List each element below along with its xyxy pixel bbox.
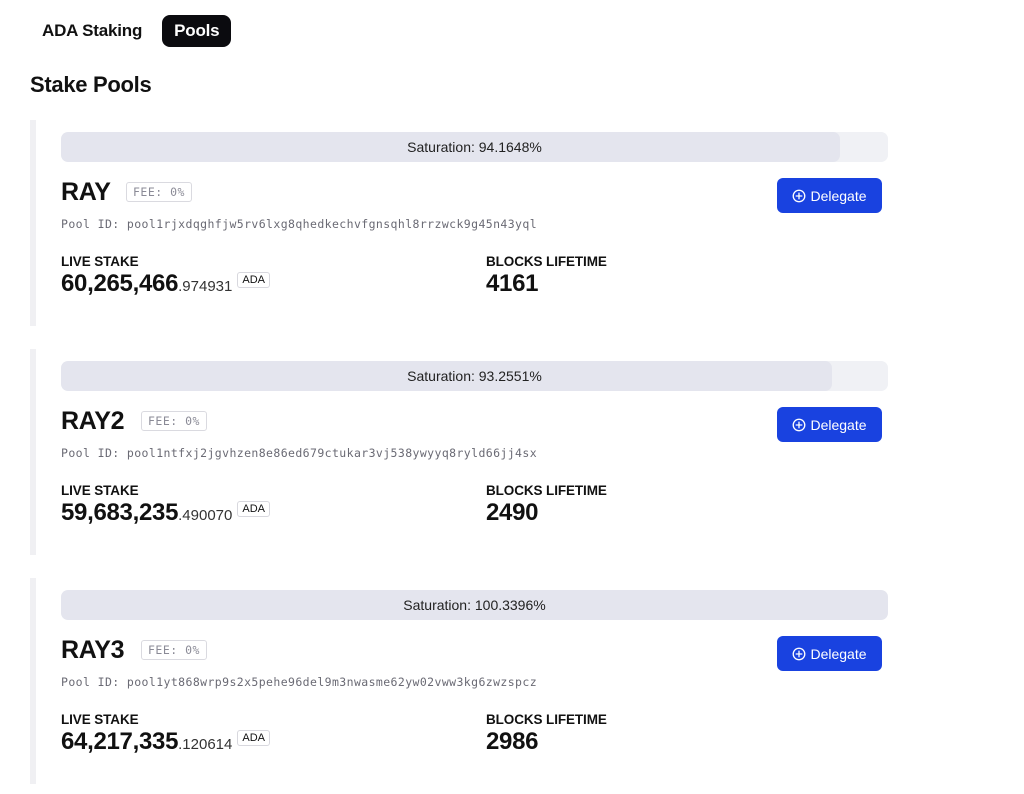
live-stake-integer: 64,217,335 [61,728,179,755]
blocks-lifetime-value: 2490 [486,499,539,526]
live-stake-integer: 60,265,466 [61,270,179,297]
live-stake-decimal: .490070 [178,507,233,524]
live-stake-label: LIVE STAKE [61,712,139,727]
pool-id: Pool ID: pool1rjxdqghfjw5rv6lxg8qhedkech… [61,217,538,231]
currency-badge: ADA [237,501,270,517]
pool-id: Pool ID: pool1ntfxj2jgvhzen8e86ed679ctuk… [61,446,538,460]
saturation-bar: Saturation: 94.1648% [61,132,888,162]
delegate-button[interactable]: Delegate [777,636,882,671]
pool-card: Saturation: 100.3396% RAY3 FEE: 0% Pool … [30,578,888,784]
fee-badge: FEE: 0% [141,640,207,660]
plus-circle-icon [793,418,806,431]
blocks-lifetime-label: BLOCKS LIFETIME [486,712,607,727]
live-stake-value: 60,265,466.974931 ADA [61,270,270,298]
fee-badge: FEE: 0% [141,411,207,431]
live-stake-label: LIVE STAKE [61,483,139,498]
pool-card: Saturation: 94.1648% RAY FEE: 0% Pool ID… [30,120,888,326]
pool-name: RAY3 [61,636,125,664]
plus-circle-icon [793,189,806,202]
saturation-bar: Saturation: 93.2551% [61,361,888,391]
blocks-lifetime-label: BLOCKS LIFETIME [486,483,607,498]
live-stake-integer: 59,683,235 [61,499,179,526]
currency-badge: ADA [237,730,270,746]
delegate-label: Delegate [810,645,867,662]
tab-pools[interactable]: Pools [162,15,232,47]
tab-ada-staking[interactable]: ADA Staking [30,15,154,47]
plus-circle-icon [793,647,806,660]
fee-badge: FEE: 0% [126,182,192,202]
saturation-bar: Saturation: 100.3396% [61,590,888,620]
live-stake-decimal: .120614 [178,736,233,753]
live-stake-value: 64,217,335.120614 ADA [61,728,270,756]
tab-bar: ADA Staking Pools [30,15,232,47]
pool-list: Saturation: 94.1648% RAY FEE: 0% Pool ID… [30,120,888,794]
pool-name: RAY2 [61,407,125,435]
pool-card: Saturation: 93.2551% RAY2 FEE: 0% Pool I… [30,349,888,555]
pool-id: Pool ID: pool1yt868wrp9s2x5pehe96del9m3n… [61,675,538,689]
delegate-button[interactable]: Delegate [777,407,882,442]
delegate-label: Delegate [810,416,867,433]
saturation-label: Saturation: 94.1648% [407,139,542,155]
live-stake-decimal: .974931 [178,278,233,295]
saturation-label: Saturation: 93.2551% [407,368,542,384]
delegate-button[interactable]: Delegate [777,178,882,213]
blocks-lifetime-value: 2986 [486,728,539,755]
pool-name: RAY [61,178,111,206]
currency-badge: ADA [237,272,270,288]
live-stake-value: 59,683,235.490070 ADA [61,499,270,527]
saturation-label: Saturation: 100.3396% [403,597,546,613]
live-stake-label: LIVE STAKE [61,254,139,269]
blocks-lifetime-value: 4161 [486,270,539,297]
delegate-label: Delegate [810,187,867,204]
page-title: Stake Pools [30,72,152,97]
page: ADA Staking Pools Stake Pools Saturation… [0,0,1024,794]
blocks-lifetime-label: BLOCKS LIFETIME [486,254,607,269]
